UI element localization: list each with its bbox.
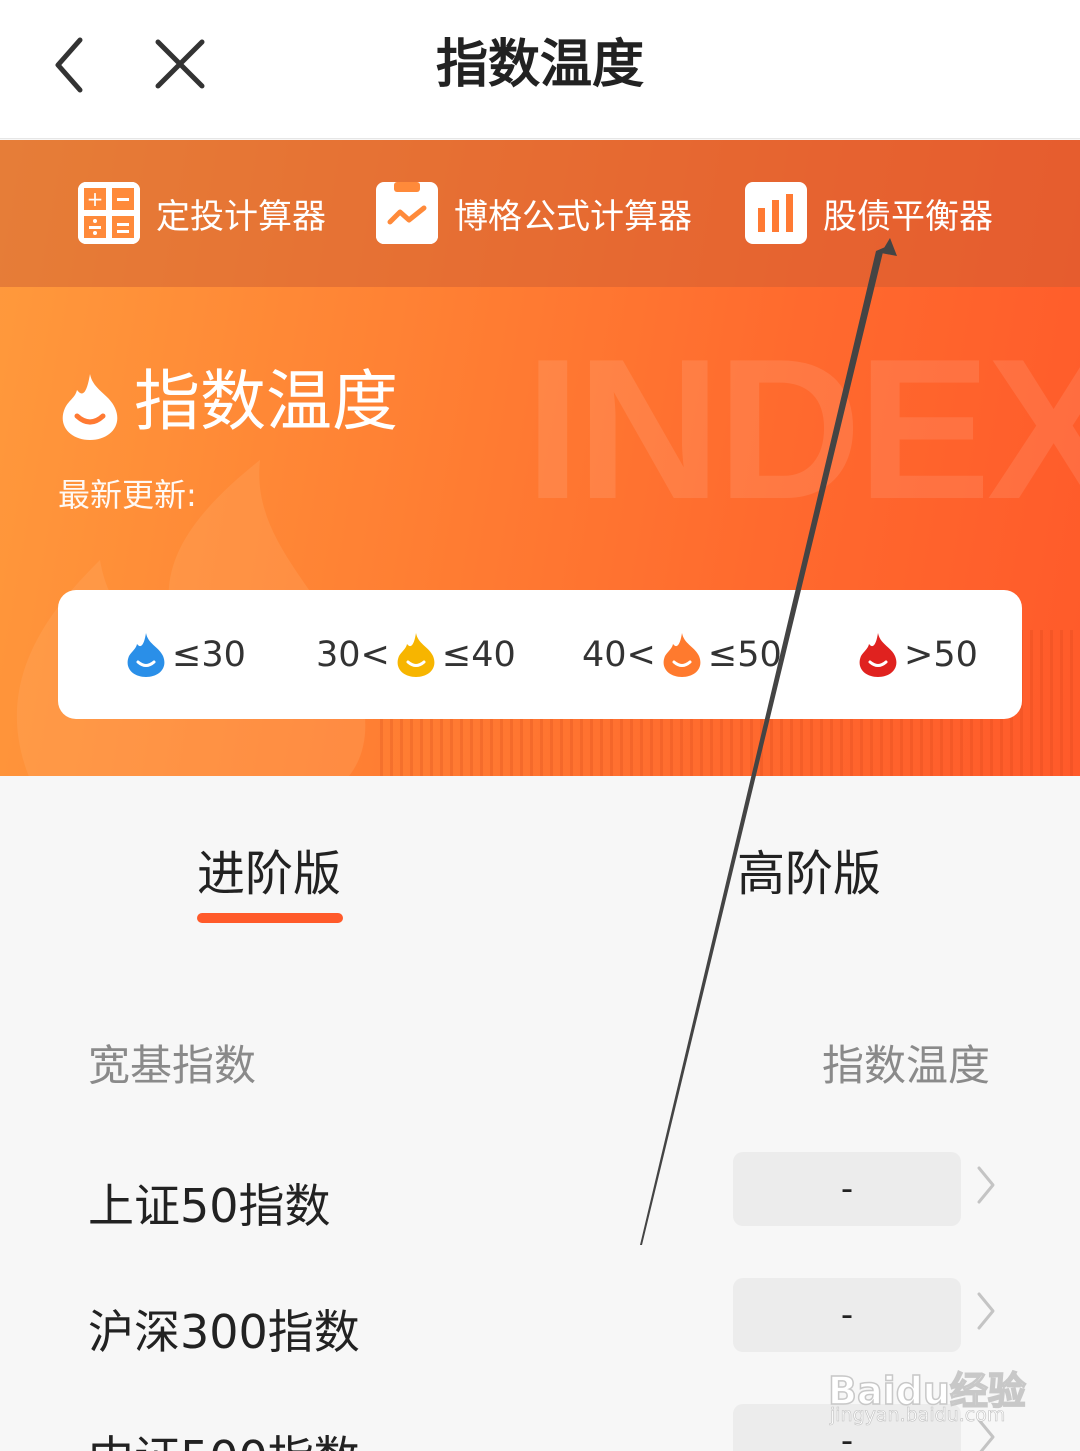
legend-item-hot: >50 (852, 630, 978, 680)
tab-advanced[interactable]: 进阶版 (197, 834, 341, 904)
watermark-url: jingyan.baidu.com (830, 1404, 1006, 1427)
nav-bar: 指数温度 (0, 0, 1080, 139)
column-header-temperature: 指数温度 (822, 1041, 991, 1090)
legend-prefix: 40< (582, 635, 656, 675)
page-title: 指数温度 (435, 35, 644, 95)
legend-suffix: ≤40 (441, 635, 516, 675)
tool-dca-calculator[interactable]: + 定投计算器 (78, 180, 326, 246)
temperature-value: - (733, 1152, 961, 1226)
baidu-watermark: Baidu经验 jingyan.baidu.com (827, 1340, 1038, 1430)
legend-suffix: >50 (904, 635, 978, 675)
legend-item-cool: 30< ≤40 (316, 630, 516, 680)
hero-banner: INDEX + 定投计算器 博格公式计算器 股债平衡器 指数温度 最新更新: ≤… (0, 140, 1080, 776)
calculator-icon: + (78, 182, 140, 244)
orange-flame-icon (663, 633, 701, 677)
chevron-right-icon (977, 1292, 995, 1330)
hero-title: 指数温度 (134, 363, 398, 440)
legend-prefix: 30< (316, 635, 390, 675)
yellow-flame-icon (397, 633, 435, 677)
legend-suffix: ≤30 (172, 635, 246, 675)
flame-icon (62, 374, 118, 440)
index-name: 上证50指数 (88, 1179, 331, 1233)
clipboard-chart-icon (376, 182, 438, 244)
index-name: 沪深300指数 (88, 1305, 360, 1359)
column-header-index: 宽基指数 (88, 1041, 257, 1090)
tab-pro[interactable]: 高阶版 (737, 834, 881, 904)
bar-chart-icon (745, 182, 807, 244)
tools-row: + 定投计算器 博格公式计算器 股债平衡器 (0, 140, 1080, 287)
tool-label: 定投计算器 (156, 196, 326, 237)
blue-flame-icon (127, 633, 165, 677)
legend-suffix: ≤50 (707, 635, 782, 675)
red-flame-icon (859, 633, 897, 677)
active-tab-indicator (197, 913, 343, 923)
list-header: 宽基指数 指数温度 (0, 1010, 1080, 1110)
version-tabs: 进阶版 高阶版 (0, 776, 1080, 956)
tool-label: 股债平衡器 (823, 196, 993, 237)
chevron-right-icon (977, 1166, 995, 1204)
list-item[interactable]: 上证50指数 - (0, 1140, 1080, 1268)
index-name: 中证500指数 (88, 1422, 360, 1451)
tool-label: 博格公式计算器 (454, 196, 692, 237)
legend-item-warm: 40< ≤50 (582, 630, 782, 680)
last-updated-label: 最新更新: (58, 476, 197, 514)
app-root: 指数温度 INDEX + 定投计算器 博格公式计算器 股债平衡器 指数温度 最新… (0, 0, 1080, 1451)
tool-stock-bond-balancer[interactable]: 股债平衡器 (745, 180, 993, 246)
legend-item-cold: ≤30 (120, 630, 246, 680)
index-watermark: INDEX (525, 318, 1080, 541)
temperature-legend-card: ≤30 30< ≤40 40< ≤50 >50 (58, 590, 1022, 719)
svg-text:+: + (87, 187, 104, 211)
tool-bogle-calculator[interactable]: 博格公式计算器 (376, 180, 692, 246)
